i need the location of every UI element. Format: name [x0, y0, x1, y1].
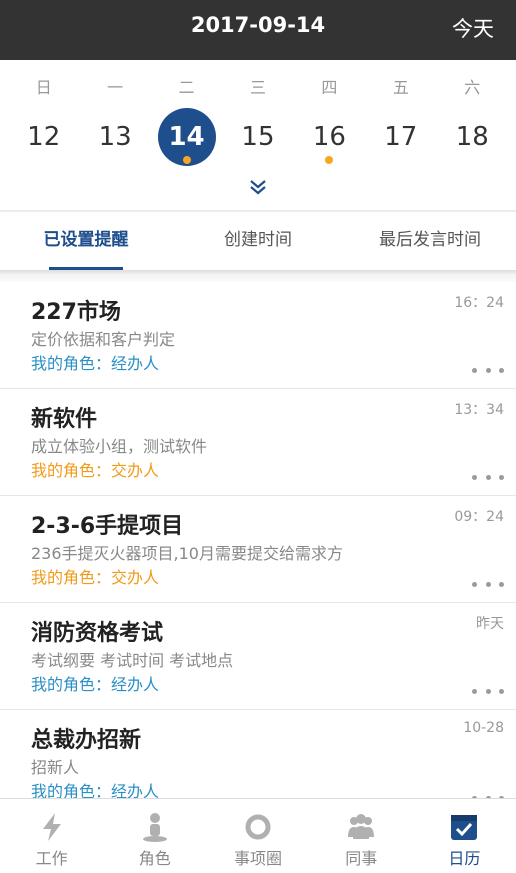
- day-number: 15: [241, 122, 275, 152]
- list-item[interactable]: 2-3-6手提项目 236手提灭火器项目,10月需要提交给需求方 我的角色：交办…: [0, 496, 516, 603]
- nav-calendar[interactable]: 日历: [413, 799, 516, 873]
- more-icon[interactable]: [472, 687, 504, 695]
- nav-label: 角色: [138, 849, 171, 868]
- item-title: 227市场: [31, 300, 121, 325]
- weekday-header: 日 一 二 三 四 五 六: [8, 74, 508, 98]
- list-item[interactable]: 消防资格考试 考试纲要 考试时间 考试地点 我的角色：经办人 昨天: [0, 603, 516, 710]
- item-description: 招新人: [31, 758, 80, 777]
- nav-work[interactable]: 工作: [0, 799, 103, 873]
- person-icon: [139, 811, 171, 843]
- calendar-day[interactable]: 17: [365, 108, 436, 170]
- item-role: 我的角色：经办人: [31, 675, 160, 694]
- item-time: 昨天: [476, 616, 504, 632]
- item-role: 我的角色：经办人: [31, 782, 160, 798]
- calendar-day[interactable]: 12: [8, 108, 79, 170]
- more-icon[interactable]: [472, 580, 504, 588]
- item-role: 我的角色：交办人: [31, 461, 160, 480]
- item-description: 成立体验小组，测试软件: [31, 437, 208, 456]
- nav-role[interactable]: 角色: [103, 799, 206, 873]
- weekday-label: 五: [392, 78, 409, 97]
- day-number: 13: [98, 122, 132, 152]
- calendar-day[interactable]: 15: [222, 108, 293, 170]
- sort-tabs: 已设置提醒 创建时间 最后发言时间: [0, 212, 516, 270]
- item-description: 236手提灭火器项目,10月需要提交给需求方: [31, 544, 343, 563]
- more-icon[interactable]: [472, 473, 504, 481]
- weekday-label: 四: [321, 78, 338, 97]
- event-dot: [182, 156, 191, 164]
- nav-colleagues[interactable]: 同事: [310, 799, 413, 873]
- item-role: 我的角色：交办人: [31, 568, 160, 587]
- calendar-day-selected[interactable]: 14: [151, 108, 222, 170]
- weekday-label: 日: [35, 78, 52, 97]
- item-time: 16：24: [454, 295, 504, 311]
- nav-label: 同事: [345, 849, 378, 868]
- weekday-label: 三: [249, 78, 266, 97]
- nav-label: 事项圈: [234, 849, 283, 868]
- item-time: 09：24: [454, 509, 504, 525]
- item-title: 新软件: [31, 407, 98, 432]
- today-button[interactable]: 今天: [452, 13, 494, 43]
- list-item[interactable]: 总裁办招新 招新人 我的角色：经办人 10-28: [0, 710, 516, 798]
- group-icon: [345, 811, 377, 843]
- day-number: 18: [455, 122, 489, 152]
- lightning-icon: [36, 811, 68, 843]
- item-title: 总裁办招新: [31, 728, 142, 753]
- divider: [0, 270, 516, 282]
- item-description: 定价依据和客户判定: [31, 330, 176, 349]
- calendar-day[interactable]: 13: [79, 108, 150, 170]
- list-item[interactable]: 227市场 定价依据和客户判定 我的角色：经办人 16：24: [0, 282, 516, 389]
- current-date[interactable]: 2017-09-14: [0, 13, 516, 37]
- nav-label: 日历: [448, 849, 481, 868]
- weekday-label: 六: [464, 78, 481, 97]
- item-time: 10-28: [463, 720, 504, 736]
- expand-calendar-icon[interactable]: [248, 178, 268, 196]
- more-icon[interactable]: [472, 366, 504, 374]
- item-title: 2-3-6手提项目: [31, 514, 184, 539]
- tab-created-time[interactable]: 创建时间: [172, 212, 344, 270]
- tab-reminders[interactable]: 已设置提醒: [0, 212, 172, 270]
- weekday-label: 二: [178, 78, 195, 97]
- item-description: 考试纲要 考试时间 考试地点: [31, 651, 234, 670]
- calendar-day[interactable]: 18: [437, 108, 508, 170]
- calendar-check-icon: [448, 811, 480, 843]
- circle-icon: [242, 811, 274, 843]
- tab-last-message-time[interactable]: 最后发言时间: [344, 212, 516, 270]
- item-time: 13：34: [454, 402, 504, 418]
- bottom-nav: 工作 角色 事项圈 同事 日历: [0, 798, 516, 873]
- day-number: 12: [27, 122, 61, 152]
- day-number: 17: [384, 122, 418, 152]
- nav-label: 工作: [35, 849, 68, 868]
- week-day-strip: 12 13 14 15 16 17 18: [8, 108, 508, 170]
- top-bar: 2017-09-14 今天: [0, 0, 516, 60]
- item-role: 我的角色：经办人: [31, 354, 160, 373]
- item-title: 消防资格考试: [31, 621, 164, 646]
- calendar-day[interactable]: 16: [294, 108, 365, 170]
- nav-matter-circle[interactable]: 事项圈: [206, 799, 309, 873]
- list-item[interactable]: 新软件 成立体验小组，测试软件 我的角色：交办人 13：34: [0, 389, 516, 496]
- task-list: 227市场 定价依据和客户判定 我的角色：经办人 16：24 新软件 成立体验小…: [0, 282, 516, 798]
- weekday-label: 一: [107, 78, 124, 97]
